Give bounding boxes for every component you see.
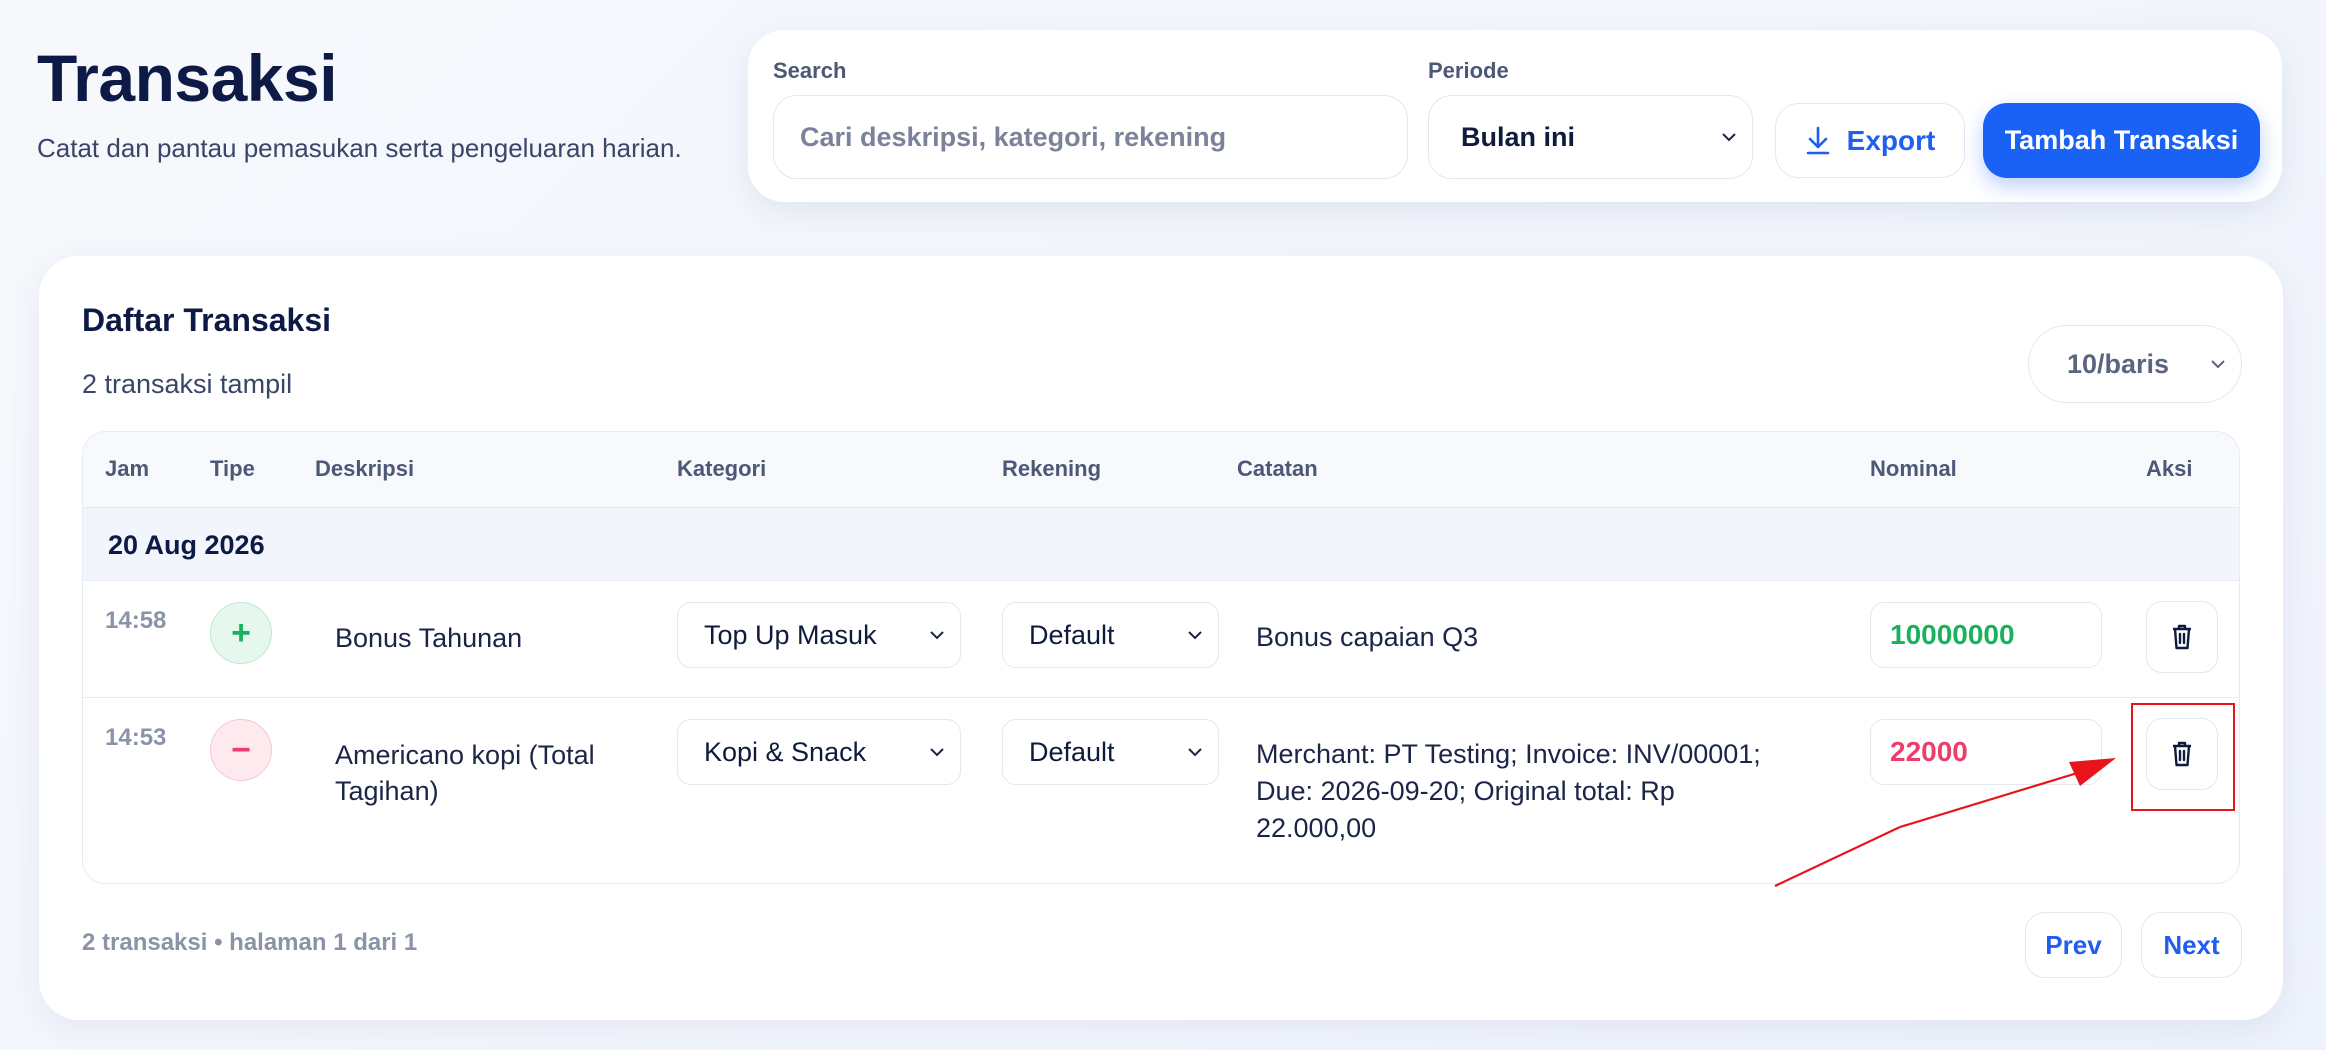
- period-select-value: Bulan ini: [1461, 121, 1575, 152]
- column-header-nominal: Nominal: [1870, 456, 1957, 481]
- expense-type-badge: −: [210, 719, 272, 781]
- category-select-value: Top Up Masuk: [704, 619, 877, 650]
- chevron-down-icon: [930, 631, 944, 640]
- account-select-value: Default: [1029, 619, 1115, 650]
- prev-page-button[interactable]: Prev: [2025, 912, 2122, 978]
- date-group-label: 20 Aug 2026: [108, 530, 265, 560]
- column-header-jam: Jam: [105, 456, 150, 481]
- add-transaction-button[interactable]: Tambah Transaksi: [1983, 103, 2260, 178]
- transactions-card: Daftar Transaksi 2 transaksi tampil 10/b…: [39, 256, 2283, 1020]
- row-description: Americano kopi (Total Tagihan): [335, 740, 595, 806]
- row-time: 14:58: [105, 607, 167, 634]
- table-header: Jam Tipe Deskripsi Kategori Rekening Cat…: [83, 432, 2239, 507]
- rows-per-page-select[interactable]: 10/baris: [2028, 325, 2242, 403]
- category-select-value: Kopi & Snack: [704, 736, 867, 767]
- rows-per-page-value: 10/baris: [2067, 348, 2170, 379]
- column-header-deskripsi: Deskripsi: [315, 456, 415, 481]
- download-icon: [1806, 126, 1829, 154]
- amount-field[interactable]: 10000000: [1870, 602, 2102, 668]
- export-button-label: Export: [1846, 124, 1936, 156]
- table-row: 14:53 − Americano kopi (Total Tagihan) K…: [83, 698, 2239, 883]
- page-subtitle: Catat dan pantau pemasukan serta pengelu…: [37, 133, 682, 163]
- account-select[interactable]: Default: [1002, 602, 1219, 668]
- row-time: 14:53: [105, 724, 167, 751]
- chevron-down-icon: [1188, 748, 1202, 757]
- search-label: Search: [773, 58, 847, 83]
- account-select-value: Default: [1029, 736, 1115, 767]
- column-header-catatan: Catatan: [1237, 456, 1318, 481]
- category-select[interactable]: Top Up Masuk: [677, 602, 961, 668]
- income-type-badge: +: [210, 602, 272, 664]
- export-button[interactable]: Export: [1775, 103, 1965, 178]
- next-page-button[interactable]: Next: [2141, 912, 2242, 978]
- transaction-count: 2 transaksi tampil: [82, 369, 293, 399]
- delete-button[interactable]: [2146, 601, 2218, 673]
- page-title: Transaksi: [37, 41, 338, 115]
- amount-field[interactable]: 22000: [1870, 719, 2102, 785]
- card-title: Daftar Transaksi: [82, 302, 332, 338]
- period-select[interactable]: Bulan ini: [1428, 95, 1753, 179]
- chevron-down-icon: [1188, 631, 1202, 640]
- chevron-down-icon: [930, 748, 944, 757]
- account-select[interactable]: Default: [1002, 719, 1219, 785]
- trash-icon: [2173, 624, 2191, 650]
- date-group-header: 20 Aug 2026: [83, 507, 2239, 581]
- chevron-down-icon: [1722, 133, 1736, 142]
- category-select[interactable]: Kopi & Snack: [677, 719, 961, 785]
- row-description: Bonus Tahunan: [335, 623, 523, 653]
- column-header-tipe: Tipe: [210, 456, 255, 481]
- column-header-aksi: Aksi: [2146, 456, 2193, 481]
- transactions-table: Jam Tipe Deskripsi Kategori Rekening Cat…: [82, 431, 2240, 884]
- chevron-down-icon: [2211, 360, 2225, 369]
- toolbar: Search Periode Bulan ini Export Tambah T…: [748, 30, 2282, 202]
- table-row: 14:58 + Bonus Tahunan Top Up Masuk Defau…: [83, 581, 2239, 698]
- annotation-highlight-box: [2131, 703, 2235, 811]
- column-header-kategori: Kategori: [677, 456, 767, 481]
- row-note: Merchant: PT Testing; Invoice: INV/00001…: [1256, 739, 1761, 843]
- column-header-rekening: Rekening: [1002, 456, 1102, 481]
- row-note: Bonus capaian Q3: [1256, 622, 1479, 652]
- search-input[interactable]: [773, 95, 1408, 179]
- pagination-info: 2 transaksi • halaman 1 dari 1: [82, 929, 418, 956]
- period-label: Periode: [1428, 58, 1509, 83]
